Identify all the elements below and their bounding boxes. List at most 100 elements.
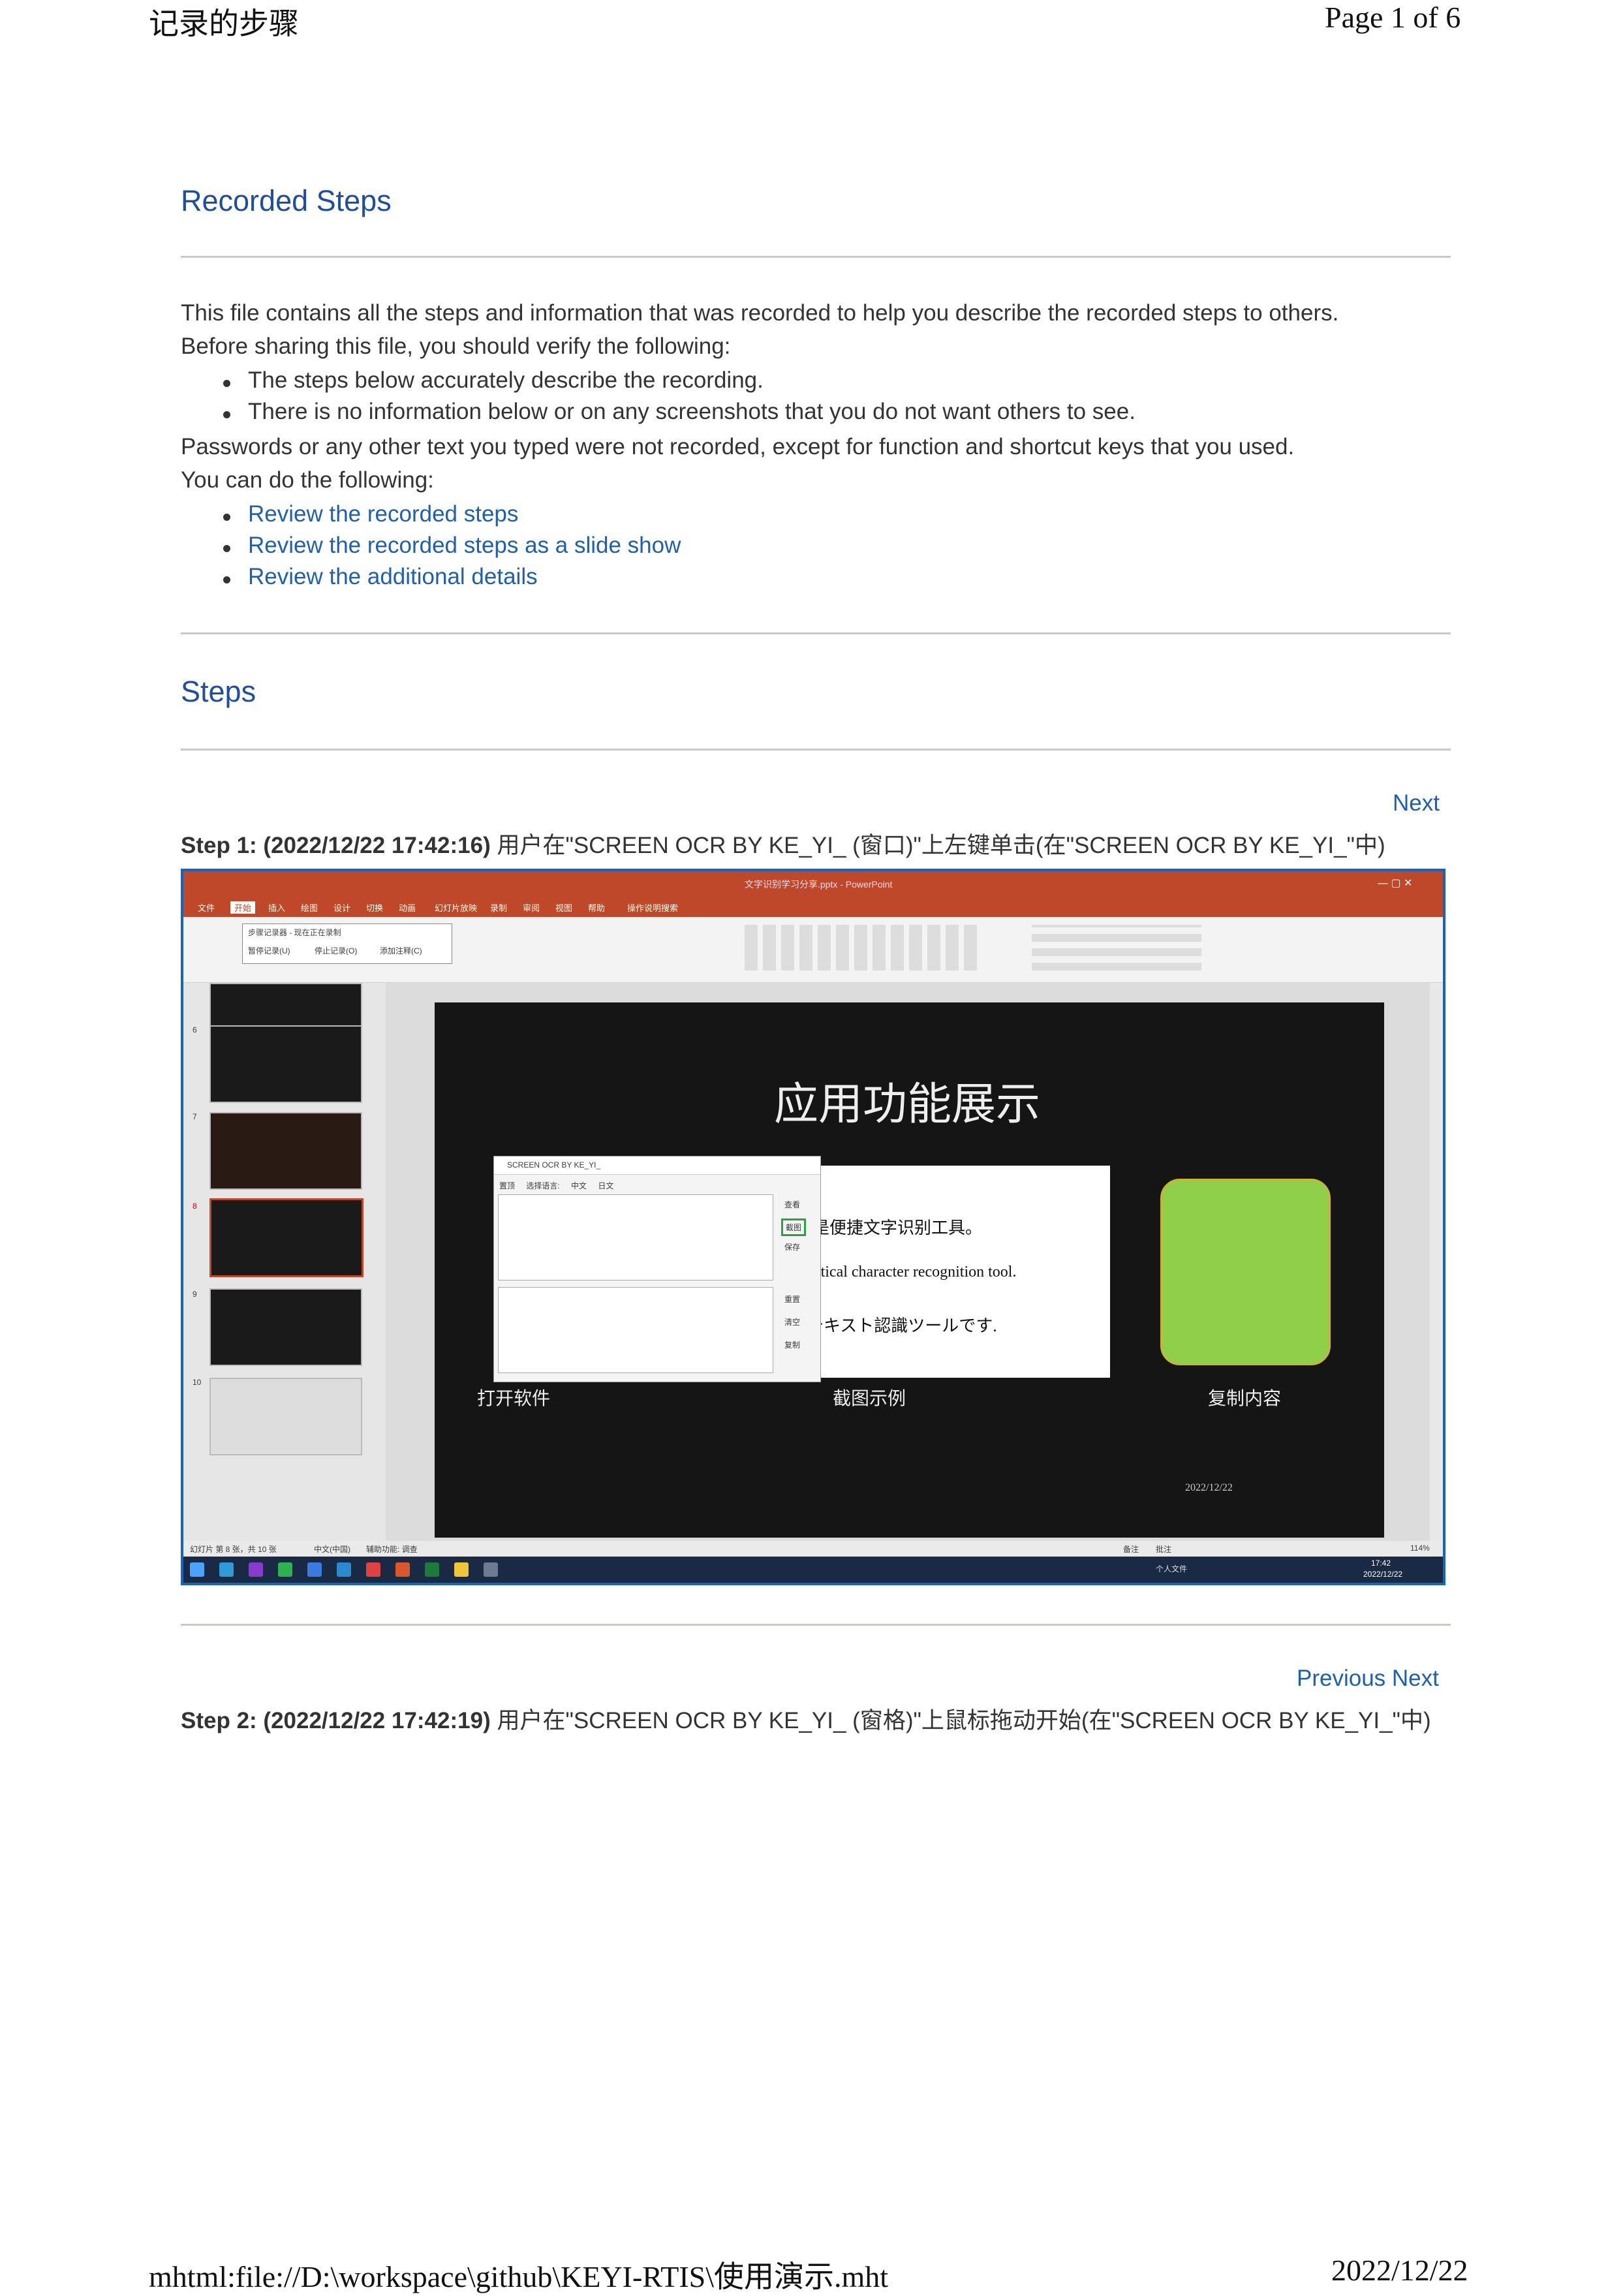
bullet-dot: [223, 514, 230, 521]
status-notes[interactable]: 备注: [1123, 1544, 1139, 1555]
bullet-dot: [223, 545, 230, 552]
slide-thumbnails: 6 7 8 9 10: [183, 983, 386, 1541]
step2-nav: Previous Next: [1297, 1666, 1439, 1692]
powerpoint-icon[interactable]: [395, 1562, 410, 1577]
ribbon-group: [1032, 925, 1201, 970]
page-title: Recorded Steps: [181, 184, 392, 217]
ocr-image-pane[interactable]: [498, 1194, 773, 1280]
explorer-icon[interactable]: [454, 1562, 469, 1577]
option-topmost[interactable]: 置顶: [499, 1181, 515, 1190]
status-bar: 幻灯片 第 8 张，共 10 张 中文(中国) 辅助功能: 调查 备注 批注 1…: [183, 1541, 1443, 1557]
edge-icon[interactable]: [219, 1562, 234, 1577]
ocr-reset-button[interactable]: 重置: [784, 1294, 800, 1305]
ocr-capture-button[interactable]: 截图: [781, 1218, 807, 1236]
step2-next-link[interactable]: Next: [1392, 1666, 1439, 1691]
caption-copy: 复制内容: [1208, 1389, 1282, 1409]
powerpoint-titlebar: 文字识别学习分享.pptx - PowerPoint — ▢ ✕: [183, 871, 1443, 897]
divider: [181, 1624, 1451, 1626]
tab-file[interactable]: 文件: [198, 901, 215, 914]
recorder-stop-button[interactable]: 停止记录(O): [315, 945, 357, 956]
ocr-copy-button[interactable]: 复制: [784, 1339, 800, 1350]
tab-review[interactable]: 审阅: [523, 901, 540, 914]
tab-view[interactable]: 视图: [555, 901, 572, 914]
ocr-save-button[interactable]: 保存: [784, 1241, 800, 1252]
intro-line-2: Before sharing this file, you should ver…: [181, 334, 731, 359]
thumb-number: 6: [193, 1025, 197, 1034]
print-header-page: Page 1 of 6: [1325, 1, 1461, 34]
print-footer-date: 2022/12/22: [1331, 2254, 1468, 2287]
thumb-number: 8: [193, 1202, 197, 1211]
tab-design[interactable]: 设计: [333, 901, 350, 914]
step1-next-link[interactable]: Next: [1393, 790, 1440, 816]
ocr-options: 置顶 选择语言: 中文 日文: [499, 1180, 613, 1191]
intro-bullet-2: There is no information below or on any …: [248, 399, 1136, 424]
app-icon[interactable]: [337, 1562, 351, 1577]
status-accessibility[interactable]: 辅助功能: 调查: [366, 1544, 418, 1555]
step2-previous-link[interactable]: Previous: [1297, 1666, 1385, 1691]
bullet-dot: [223, 380, 230, 387]
option-japanese[interactable]: 日文: [598, 1181, 613, 1190]
tab-record[interactable]: 录制: [490, 901, 507, 914]
tab-transitions[interactable]: 切换: [366, 901, 383, 914]
thumb-number: 9: [193, 1290, 197, 1299]
intro-line-3: Passwords or any other text you typed we…: [181, 434, 1295, 459]
app-icon[interactable]: [249, 1562, 263, 1577]
slide-thumbnail[interactable]: [209, 1378, 362, 1455]
bullet-dot: [223, 576, 230, 583]
divider: [181, 256, 1451, 258]
bullet-dot: [223, 411, 230, 418]
ocr-clear-button[interactable]: 清空: [784, 1316, 800, 1327]
app-icon[interactable]: [307, 1562, 322, 1577]
window-controls[interactable]: — ▢ ✕: [1378, 877, 1412, 890]
ribbon-tabs: 文件 开始 插入 绘图 设计 切换 动画 幻灯片放映 录制 审阅 视图 帮助 操…: [183, 897, 1443, 917]
recorder-comment-button[interactable]: 添加注释(C): [380, 945, 422, 956]
tab-tell-me[interactable]: 操作说明搜索: [627, 901, 678, 914]
status-language: 中文(中国): [314, 1545, 350, 1554]
clock-time: 17:42: [1371, 1559, 1391, 1568]
tab-insert[interactable]: 插入: [268, 901, 285, 914]
step2-title: Step 2: (2022/12/22 17:42:19) 用户在"SCREEN…: [181, 1702, 1431, 1735]
thumb-number: 7: [193, 1112, 197, 1121]
step2-label: Step 2: (2022/12/22 17:42:19): [181, 1708, 491, 1733]
slide-thumbnail[interactable]: [209, 1112, 362, 1190]
ocr-text-pane[interactable]: [498, 1287, 773, 1373]
slide-editor: 应用功能展示 你好，我是便捷文字识别工具。 Hello I'm convenie…: [386, 983, 1430, 1541]
tab-home[interactable]: 开始: [230, 901, 256, 914]
step1-description: 用户在"SCREEN OCR BY KE_YI_ (窗口)"上左键单击(在"SC…: [497, 833, 1385, 858]
steps-recorder-window: 步骤记录器 - 现在正在录制 暂停记录(U) 停止记录(O) 添加注释(C): [242, 923, 452, 964]
print-footer-url: mhtml:file://D:\workspace\github\KEYI-RT…: [149, 2260, 889, 2293]
tab-help[interactable]: 帮助: [588, 901, 605, 914]
window-title: 文字识别学习分享.pptx - PowerPoint: [745, 879, 893, 890]
thumb-number: 10: [193, 1378, 202, 1387]
print-header-title: 记录的步骤: [149, 7, 299, 40]
link-slide-show[interactable]: Review the recorded steps as a slide sho…: [248, 533, 681, 559]
option-chinese[interactable]: 中文: [571, 1181, 587, 1190]
link-review-steps[interactable]: Review the recorded steps: [248, 501, 518, 527]
shapes-gallery[interactable]: [745, 925, 980, 970]
slide-thumbnail-active[interactable]: [209, 1198, 363, 1277]
recorder-title: 步骤记录器 - 现在正在录制: [248, 928, 341, 937]
link-additional-details[interactable]: Review the additional details: [248, 564, 538, 590]
slide-thumbnail[interactable]: [209, 1025, 362, 1103]
status-comments[interactable]: 批注: [1156, 1544, 1171, 1555]
steps-recorder-icon[interactable]: [484, 1562, 498, 1577]
recorder-pause-button[interactable]: 暂停记录(U): [248, 945, 290, 956]
start-icon[interactable]: [190, 1562, 204, 1577]
wechat-icon[interactable]: [278, 1562, 292, 1577]
status-slide-count: 幻灯片 第 8 张，共 10 张: [190, 1545, 277, 1554]
tab-slideshow[interactable]: 幻灯片放映: [435, 901, 477, 914]
tab-animations[interactable]: 动画: [399, 901, 416, 914]
divider: [181, 749, 1451, 751]
ocr-window-title: SCREEN OCR BY KE_YI_: [494, 1156, 820, 1175]
slide-thumbnail[interactable]: [209, 1288, 362, 1366]
ribbon: 步骤记录器 - 现在正在录制 暂停记录(U) 停止记录(O) 添加注释(C): [183, 917, 1443, 983]
step1-screenshot: 文字识别学习分享.pptx - PowerPoint — ▢ ✕ 文件 开始 插…: [181, 869, 1445, 1585]
intro-line-1: This file contains all the steps and inf…: [181, 300, 1339, 326]
zoom-level[interactable]: 114%: [1410, 1544, 1430, 1553]
slide-title: 应用功能展示: [774, 1079, 1041, 1129]
tab-draw[interactable]: 绘图: [301, 901, 318, 914]
ocr-view-button[interactable]: 查看: [784, 1199, 800, 1210]
app-icon[interactable]: [366, 1562, 380, 1577]
step1-title: Step 1: (2022/12/22 17:42:16) 用户在"SCREEN…: [181, 827, 1385, 860]
excel-icon[interactable]: [425, 1562, 439, 1577]
